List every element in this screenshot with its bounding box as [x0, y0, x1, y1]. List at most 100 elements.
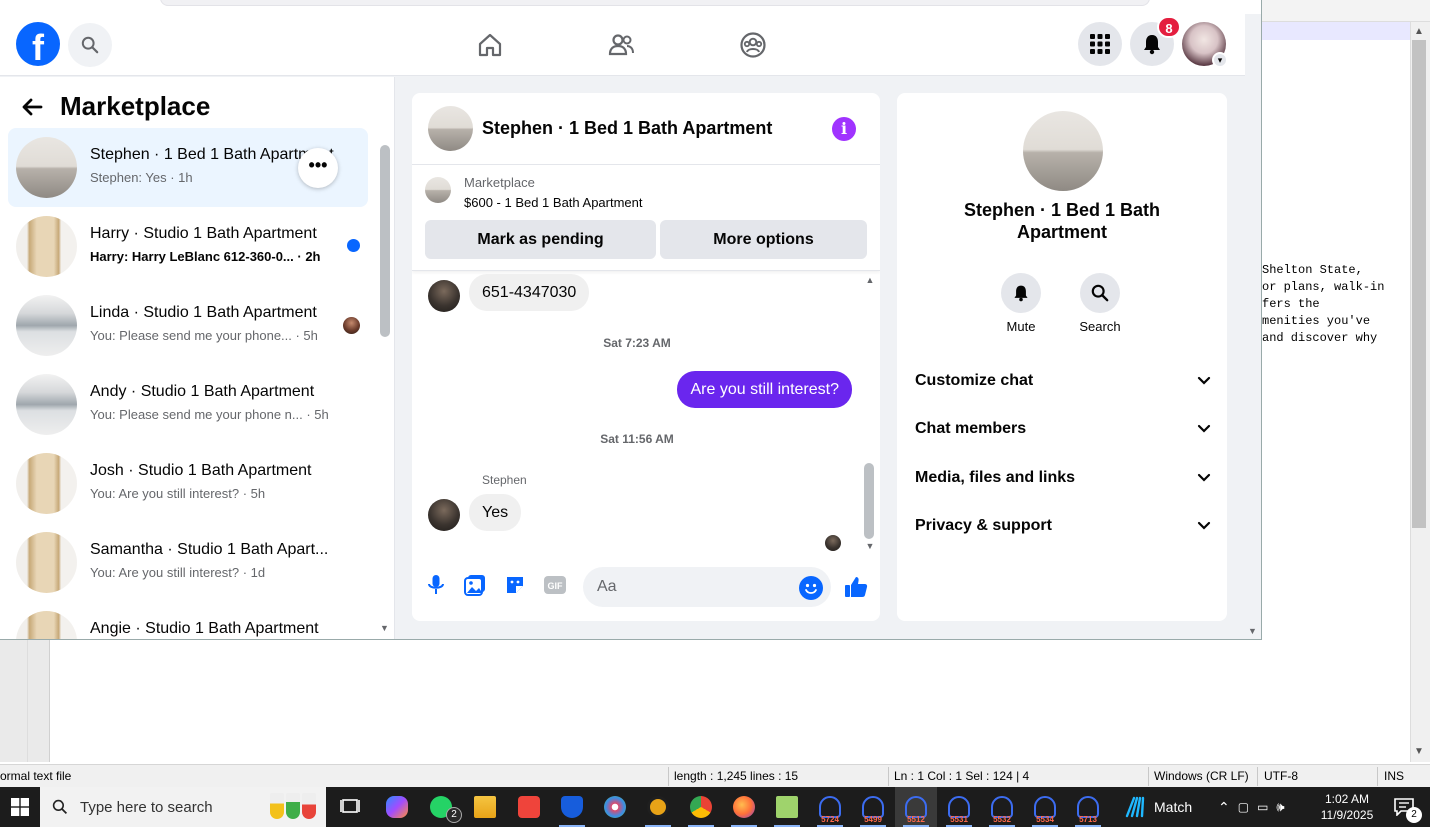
conversation-item[interactable]: Harry · Studio 1 Bath Apartment Harry: H…	[8, 207, 368, 286]
notepad-plus-app[interactable]	[766, 787, 808, 827]
outgoing-message: Are you still interest?	[677, 371, 852, 408]
menu-button[interactable]	[1078, 22, 1122, 66]
facebook-window: f 8 ▾ Marketplace Stephen · 1 Bed 1 Bath…	[0, 0, 1262, 640]
editor-scroll-thumb[interactable]	[1412, 40, 1426, 528]
remote-session-app[interactable]: 5512	[895, 787, 937, 827]
mute-label: Mute	[1006, 319, 1036, 334]
volume-icon[interactable]: 🕪	[1276, 799, 1284, 815]
remote-session-app[interactable]: 5713	[1067, 787, 1109, 827]
attach-media-button[interactable]	[461, 571, 489, 599]
page-scroll-down-icon[interactable]: ▼	[1248, 626, 1257, 636]
more-options-button[interactable]: More options	[660, 220, 867, 259]
remote-session-app[interactable]: 5724	[809, 787, 851, 827]
list-scroll-down-icon[interactable]: ▼	[380, 623, 389, 633]
remote-session-app[interactable]: 5532	[981, 787, 1023, 827]
listing-thumbnail	[16, 295, 77, 356]
info-icon[interactable]: i	[832, 117, 856, 141]
news-widget[interactable]: Match	[1124, 787, 1192, 827]
shield-icon	[561, 796, 583, 818]
status-encoding: UTF-8	[1264, 769, 1298, 783]
mark-as-pending-button[interactable]: Mark as pending	[425, 220, 656, 259]
search-icon	[1091, 284, 1109, 302]
message-input[interactable]: Aa	[583, 567, 831, 607]
conversation-name: Linda · Studio 1 Bath Apartment	[90, 304, 317, 321]
like-button[interactable]	[842, 573, 870, 601]
section-chat-members[interactable]: Chat members	[915, 409, 1211, 449]
excel-like-app[interactable]	[637, 787, 679, 827]
status-length: length : 1,245 lines : 15	[674, 769, 799, 783]
show-hidden-icons-chevron-up-icon[interactable]: ⌃	[1218, 799, 1230, 816]
conversation-snippet: Harry: Harry LeBlanc 612-360-0... · 2h	[90, 249, 321, 264]
friends-tab[interactable]	[601, 25, 641, 65]
conversation-list-scroll-thumb[interactable]	[380, 145, 390, 337]
task-view-button[interactable]	[329, 787, 371, 827]
groups-tab[interactable]	[733, 25, 773, 65]
chat-scroll-down-icon[interactable]: ▼	[864, 541, 876, 551]
whatsapp-app[interactable]: 2	[420, 787, 462, 827]
panel-title: Marketplace	[60, 91, 211, 121]
widget-label: Match	[1154, 799, 1193, 815]
chevron-down-icon	[1197, 473, 1211, 482]
facebook-logo-icon[interactable]: f	[16, 22, 60, 66]
session-number: 5724	[821, 815, 839, 824]
clock[interactable]: 1:02 AM 11/9/2025	[1312, 791, 1382, 823]
search-action[interactable]: Search	[1070, 273, 1130, 334]
search-icon	[81, 36, 99, 54]
account-chevron-down-icon[interactable]: ▾	[1212, 52, 1228, 68]
conversation-item[interactable]: Andy · Studio 1 Bath Apartment You: Plea…	[8, 365, 368, 444]
scroll-up-arrow-icon[interactable]: ▲	[1412, 25, 1426, 39]
conversation-item[interactable]: Angie · Studio 1 Bath Apartment	[8, 602, 368, 639]
section-customize-chat[interactable]: Customize chat	[915, 361, 1211, 401]
bitwarden-app[interactable]	[551, 787, 593, 827]
session-number: 5512	[907, 815, 925, 824]
conversation-item[interactable]: Samantha · Studio 1 Bath Apart... You: A…	[8, 523, 368, 602]
chat-scroll-up-icon[interactable]: ▲	[864, 275, 876, 285]
more-options-button[interactable]: •••	[298, 148, 338, 188]
conversation-item[interactable]: Linda · Studio 1 Bath Apartment You: Ple…	[8, 286, 368, 365]
editor-text[interactable]: Shelton State, or plans, walk-in fers the m…	[1262, 262, 1384, 347]
panel-header: Marketplace	[20, 91, 210, 122]
paint-app[interactable]	[594, 787, 636, 827]
browser-url-strip	[0, 0, 1261, 14]
conversation-item[interactable]: Josh · Studio 1 Bath Apartment You: Are …	[8, 444, 368, 523]
listing-thumbnail	[16, 453, 77, 514]
microphone-icon	[428, 575, 444, 594]
marketplace-inbox-panel: Marketplace Stephen · 1 Bed 1 Bath Apart…	[0, 77, 395, 639]
voice-clip-button[interactable]	[422, 571, 450, 599]
section-media-files-links[interactable]: Media, files and links	[915, 458, 1211, 498]
taskbar-search-box[interactable]: Type here to search	[40, 787, 326, 827]
network-icon[interactable]: ▭	[1257, 800, 1268, 814]
file-explorer-app[interactable]	[464, 787, 506, 827]
conversation-snippet: You: Are you still interest? · 5h	[90, 486, 266, 501]
listing-price[interactable]: $600 - 1 Bed 1 Bath Apartment	[464, 195, 643, 210]
back-arrow-icon[interactable]	[20, 95, 44, 119]
remote-session-app[interactable]: 5534	[1024, 787, 1066, 827]
mute-action[interactable]: Mute	[991, 273, 1051, 334]
copilot-app[interactable]	[376, 787, 418, 827]
conversation-name: Harry · Studio 1 Bath Apartment	[90, 225, 317, 242]
scroll-down-arrow-icon[interactable]: ▼	[1412, 745, 1426, 759]
gif-button[interactable]: GIF	[541, 571, 569, 599]
address-bar[interactable]	[160, 0, 1150, 6]
notification-center-button[interactable]: 2	[1384, 787, 1424, 827]
start-button[interactable]	[0, 787, 40, 827]
chrome-app[interactable]	[680, 787, 722, 827]
conversation-name: Josh · Studio 1 Bath Apartment	[90, 462, 312, 479]
chat-title[interactable]: Stephen · 1 Bed 1 Bath Apartment	[482, 118, 772, 139]
remote-session-app[interactable]: 5499	[852, 787, 894, 827]
chat-scroll-thumb[interactable]	[864, 463, 874, 539]
search-button[interactable]	[68, 23, 112, 67]
sticker-button[interactable]	[501, 571, 529, 599]
chat-listing-thumbnail	[428, 106, 473, 151]
conversation-item[interactable]: Stephen · 1 Bed 1 Bath Apartment Stephen…	[8, 128, 368, 207]
home-tab[interactable]	[470, 25, 510, 65]
device-icon[interactable]: ▢	[1238, 800, 1249, 814]
anydesk-app[interactable]	[508, 787, 550, 827]
notepad-icon	[776, 796, 798, 818]
notification-badge: 8	[1157, 16, 1181, 38]
remote-session-app[interactable]: 5531	[938, 787, 980, 827]
chat-panel: Stephen · 1 Bed 1 Bath Apartment i Marke…	[412, 93, 880, 621]
emoji-icon[interactable]	[799, 576, 823, 600]
firefox-app[interactable]	[723, 787, 765, 827]
section-privacy-support[interactable]: Privacy & support	[915, 506, 1211, 546]
